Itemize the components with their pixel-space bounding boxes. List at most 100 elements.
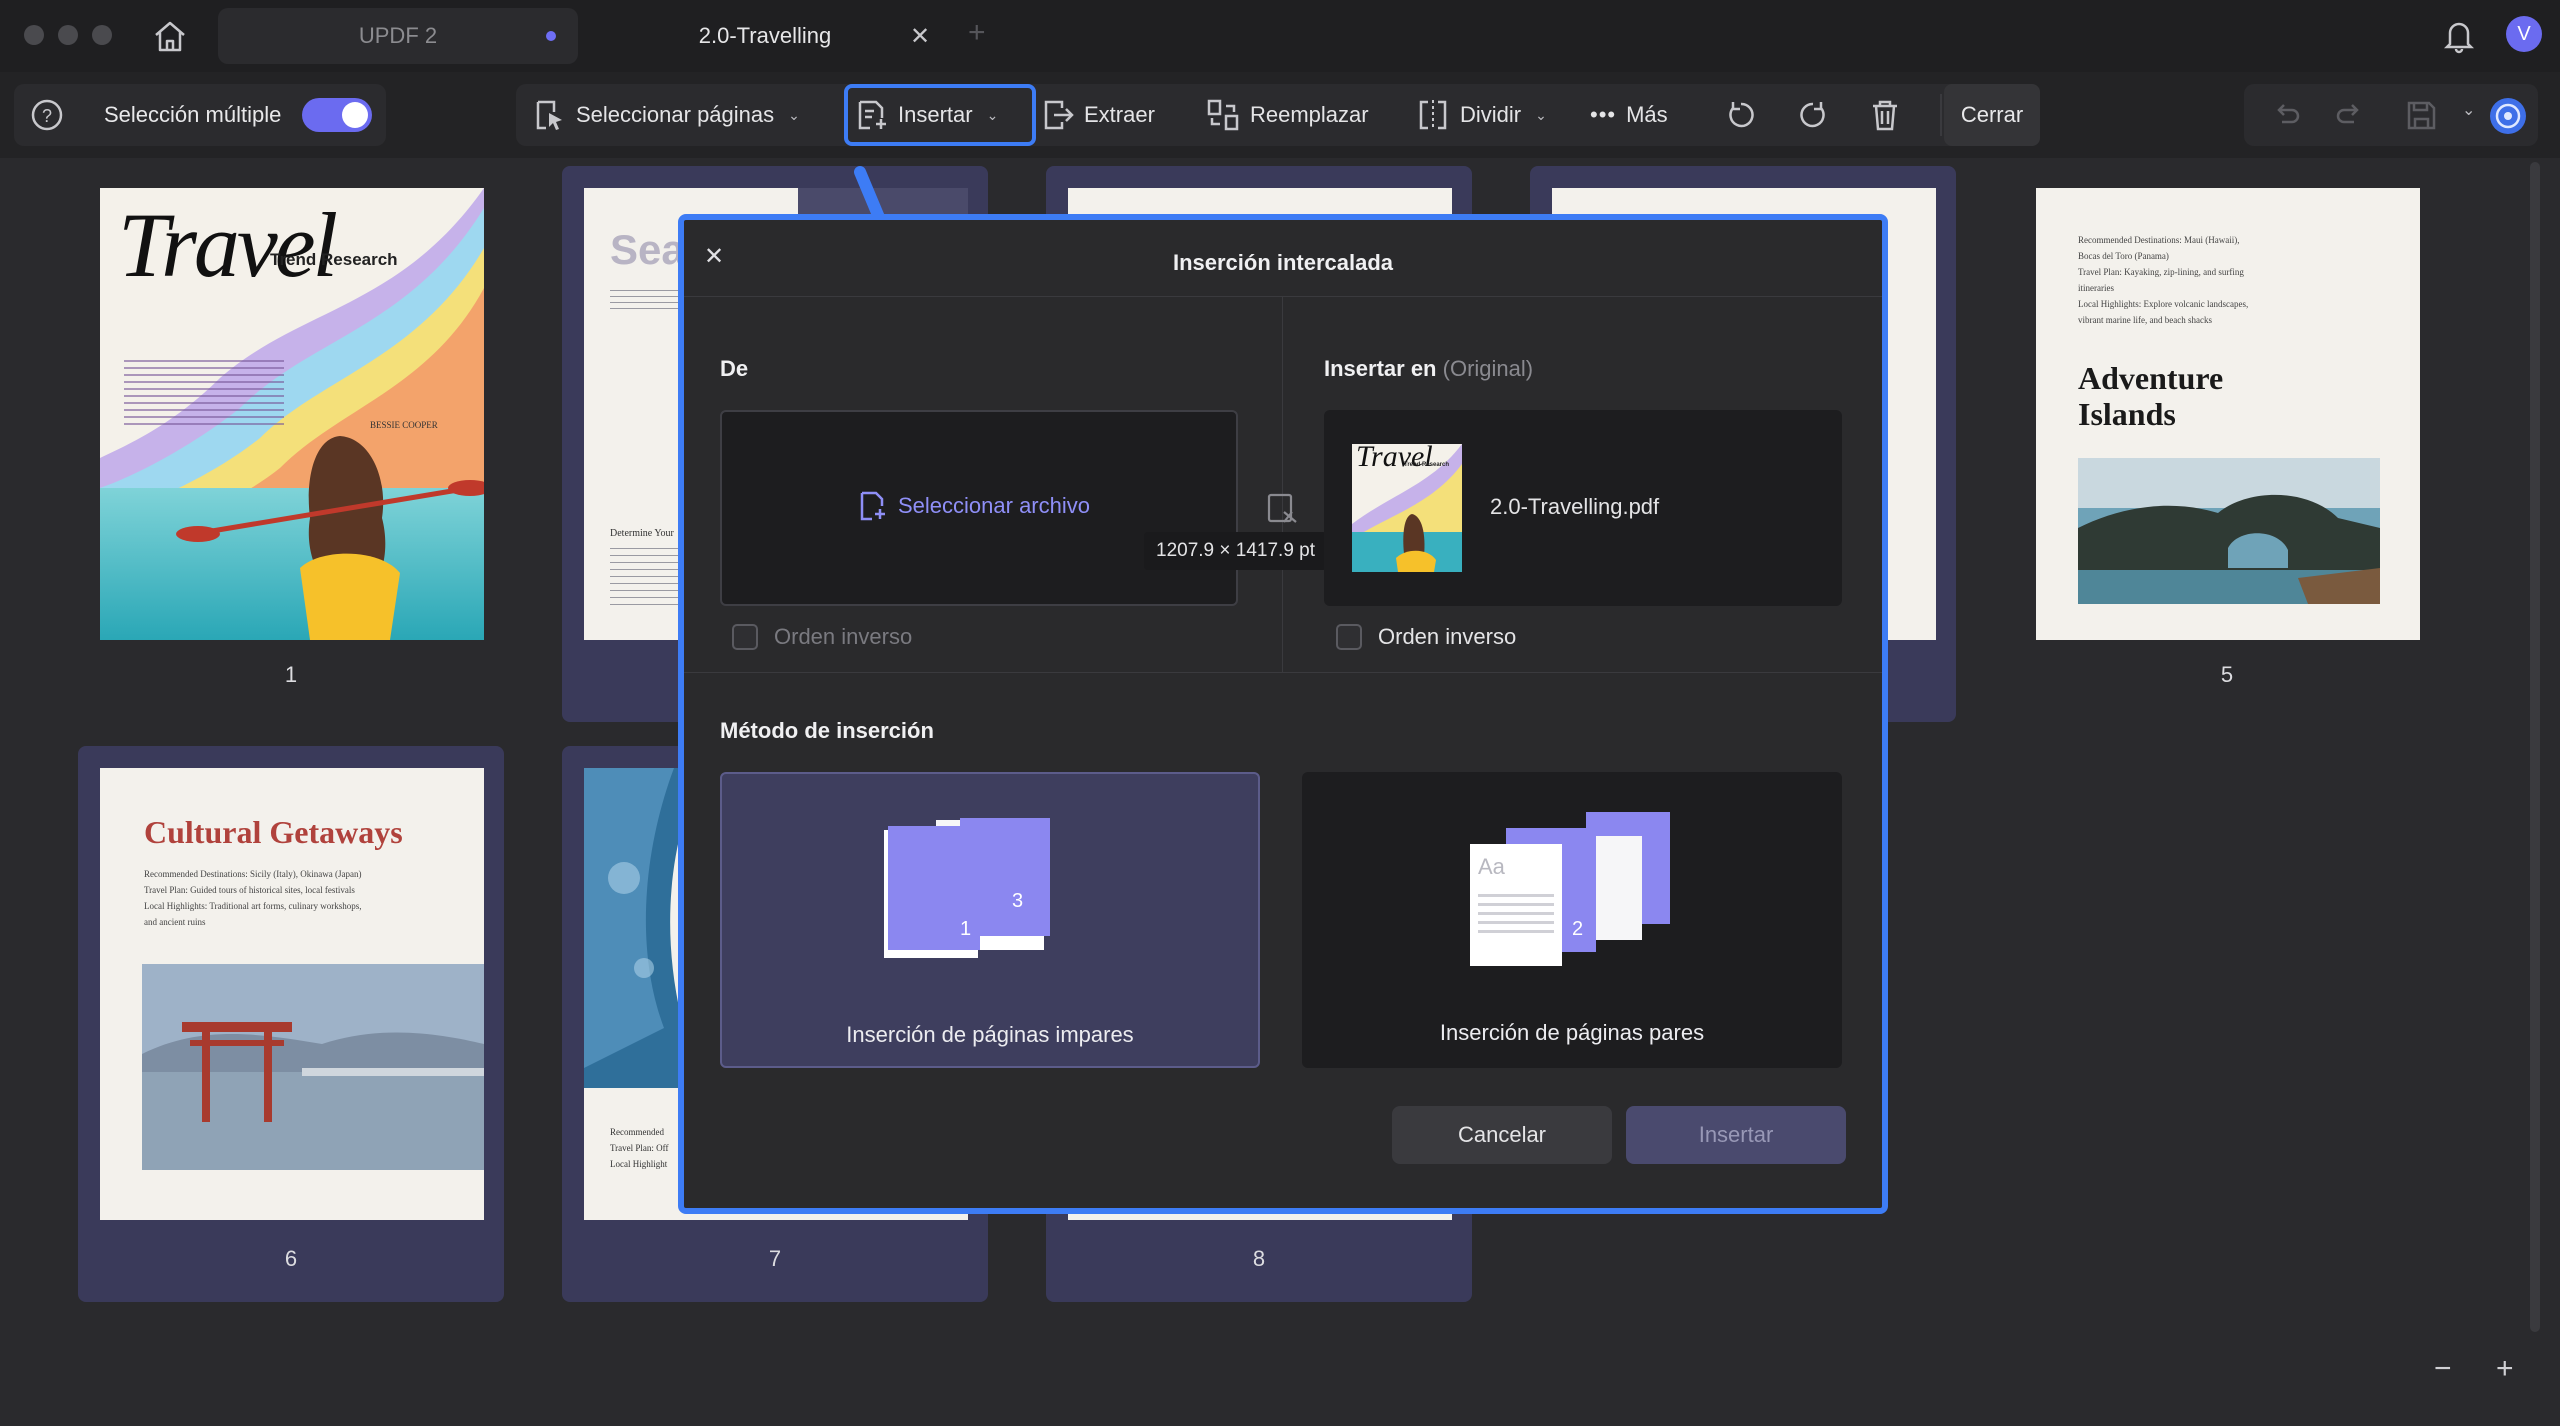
insert-button[interactable]: Insertar ⌄ (844, 84, 1036, 146)
page-thumb-5[interactable]: Recommended Destinations: Maui (Hawaii),… (2014, 170, 2440, 730)
chevron-down-icon: ⌄ (986, 106, 999, 123)
rotate-left-icon[interactable] (1724, 98, 1758, 132)
insert-confirm-button[interactable]: Insertar (1626, 1106, 1846, 1164)
insertion-method-label: Método de inserción (720, 718, 934, 743)
replace-icon (1207, 99, 1239, 131)
tab-label: UPDF 2 (358, 23, 438, 48)
chevron-down-icon: ⌄ (1535, 106, 1547, 123)
add-file-icon (860, 491, 885, 521)
svg-text:?: ? (42, 106, 52, 126)
size-tooltip: 1207.9 × 1417.9 pt (1144, 532, 1328, 570)
page-image: Cultural Getaways Recommended Destinatio… (100, 768, 484, 1220)
new-tab-icon[interactable]: + (968, 16, 986, 50)
island-photo (2078, 458, 2380, 604)
save-icon[interactable] (2404, 98, 2438, 132)
torii-gate-photo (142, 964, 484, 1170)
close-window-button[interactable] (24, 25, 44, 45)
close-button[interactable]: Cerrar (1944, 84, 2040, 146)
select-pages-button[interactable]: Seleccionar páginas ⌄ (532, 84, 800, 146)
select-pages-icon (536, 100, 562, 130)
insert-into-label: Insertar en (Original) (1324, 356, 1534, 381)
avatar[interactable]: V (2506, 16, 2542, 52)
redo-icon[interactable] (2334, 100, 2364, 130)
even-pages-option[interactable]: 4 2 Aa Inserción de páginas pares (1302, 772, 1842, 1068)
page-text-block: Recommended Destinations: Sicily (Italy)… (144, 869, 362, 927)
even-pages-label: Inserción de páginas pares (1439, 1020, 1705, 1045)
extract-button[interactable]: Extraer (1040, 84, 1155, 146)
page-thumb-1[interactable]: Travel Trend Research BESSIE COOPER 1 (78, 170, 504, 730)
tab-updf2[interactable]: UPDF 2 (218, 8, 578, 64)
interleave-insert-dialog: ✕ Inserción intercalada De Seleccionar a… (678, 214, 1888, 1214)
tab-travelling[interactable]: 2.0-Travelling ✕ (580, 8, 950, 64)
multi-select-toggle[interactable] (302, 98, 372, 132)
zoom-out-button[interactable]: − (2434, 1352, 2452, 1386)
page-thumb-6[interactable]: Cultural Getaways Recommended Destinatio… (78, 746, 504, 1302)
target-file-thumbnail: Travel Trend Research (1352, 444, 1462, 572)
chevron-down-icon: ⌄ (788, 106, 800, 123)
history-group: ⌄ (2244, 84, 2538, 146)
page-number-2: 2 (1572, 918, 1584, 940)
split-icon (1419, 100, 1447, 130)
minimize-window-button[interactable] (58, 25, 78, 45)
replace-button[interactable]: Reemplazar (1206, 84, 1369, 146)
undo-icon[interactable] (2272, 100, 2302, 130)
trash-icon[interactable] (1868, 98, 1902, 132)
swap-icon[interactable] (1266, 492, 1300, 526)
more-icon: ••• (1590, 102, 1617, 127)
dialog-title: Inserción intercalada (1172, 250, 1394, 275)
select-file-button[interactable]: Seleccionar archivo (858, 490, 1090, 522)
cover-text-lines (124, 360, 284, 430)
page-text: Determine Your (610, 528, 674, 539)
reverse-order-label: Orden inverso (774, 624, 913, 649)
page-text-block: Recommended Travel Plan: Off Local Highl… (610, 1127, 669, 1169)
zoom-in-button[interactable]: + (2496, 1352, 2514, 1386)
cover-subtitle: Trend Research (270, 250, 398, 269)
page-number: 8 (1252, 1246, 1266, 1271)
divider (1282, 296, 1283, 672)
target-file-card: Travel Trend Research 2.0-Travelling.pdf (1324, 410, 1842, 606)
page-image: Recommended Destinations: Maui (Hawaii),… (2036, 188, 2420, 640)
page-heading: Adventure Islands (2078, 360, 2224, 432)
odd-pages-option[interactable]: 3 1 Inserción de páginas impares (720, 772, 1260, 1068)
page-number: 6 (284, 1246, 298, 1271)
more-button[interactable]: ••• Más (1590, 84, 1668, 146)
insert-page-icon (858, 100, 886, 130)
unsaved-dot-icon (546, 31, 556, 41)
multi-select-label: Selección múltiple (104, 102, 282, 127)
save-options-chevron-icon[interactable]: ⌄ (2462, 100, 2475, 120)
help-icon[interactable]: ? (30, 98, 64, 132)
page-number: 7 (768, 1246, 782, 1271)
reverse-order-checkbox-target[interactable] (1336, 624, 1362, 650)
page-number: 5 (2220, 662, 2234, 687)
reverse-order-checkbox-from[interactable] (732, 624, 758, 650)
page-number-1: 1 (960, 918, 972, 940)
page-heading: Sea (610, 226, 685, 273)
ai-assistant-icon[interactable] (2488, 96, 2528, 136)
bell-icon[interactable] (2442, 18, 2476, 54)
thumb-title: Travel (1356, 444, 1433, 473)
extract-icon (1044, 100, 1074, 130)
divider (1940, 94, 1942, 136)
page-tools-group: Seleccionar páginas ⌄ Insertar ⌄ Extraer R… (516, 84, 2040, 146)
thumb-subtitle: Trend Research (1404, 462, 1450, 468)
cancel-button[interactable]: Cancelar (1392, 1106, 1612, 1164)
reverse-order-label: Orden inverso (1378, 624, 1517, 649)
page-number-3: 3 (1012, 890, 1024, 912)
cover-author: BESSIE COOPER (370, 420, 438, 430)
home-icon[interactable] (150, 18, 190, 54)
rotate-right-icon[interactable] (1796, 98, 1830, 132)
zoom-window-button[interactable] (92, 25, 112, 45)
tab-label: 2.0-Travelling (698, 23, 832, 48)
split-button[interactable]: Dividir ⌄ (1416, 84, 1547, 146)
close-tab-icon[interactable]: ✕ (910, 22, 950, 51)
divider (684, 672, 1882, 673)
select-file-dropzone[interactable]: Seleccionar archivo (720, 410, 1238, 606)
scrollbar[interactable] (2530, 162, 2540, 1332)
toolbar: ? Selección múltiple Seleccionar páginas… (0, 72, 2560, 158)
page-number: 1 (284, 662, 298, 687)
cover-title: Travel (118, 194, 338, 296)
odd-pages-label: Inserción de páginas impares (846, 1022, 1134, 1047)
page-image: Travel Trend Research BESSIE COOPER (100, 188, 484, 640)
multi-select-group: ? Selección múltiple (14, 84, 386, 146)
title-bar: UPDF 2 2.0-Travelling ✕ + V (0, 0, 2560, 72)
